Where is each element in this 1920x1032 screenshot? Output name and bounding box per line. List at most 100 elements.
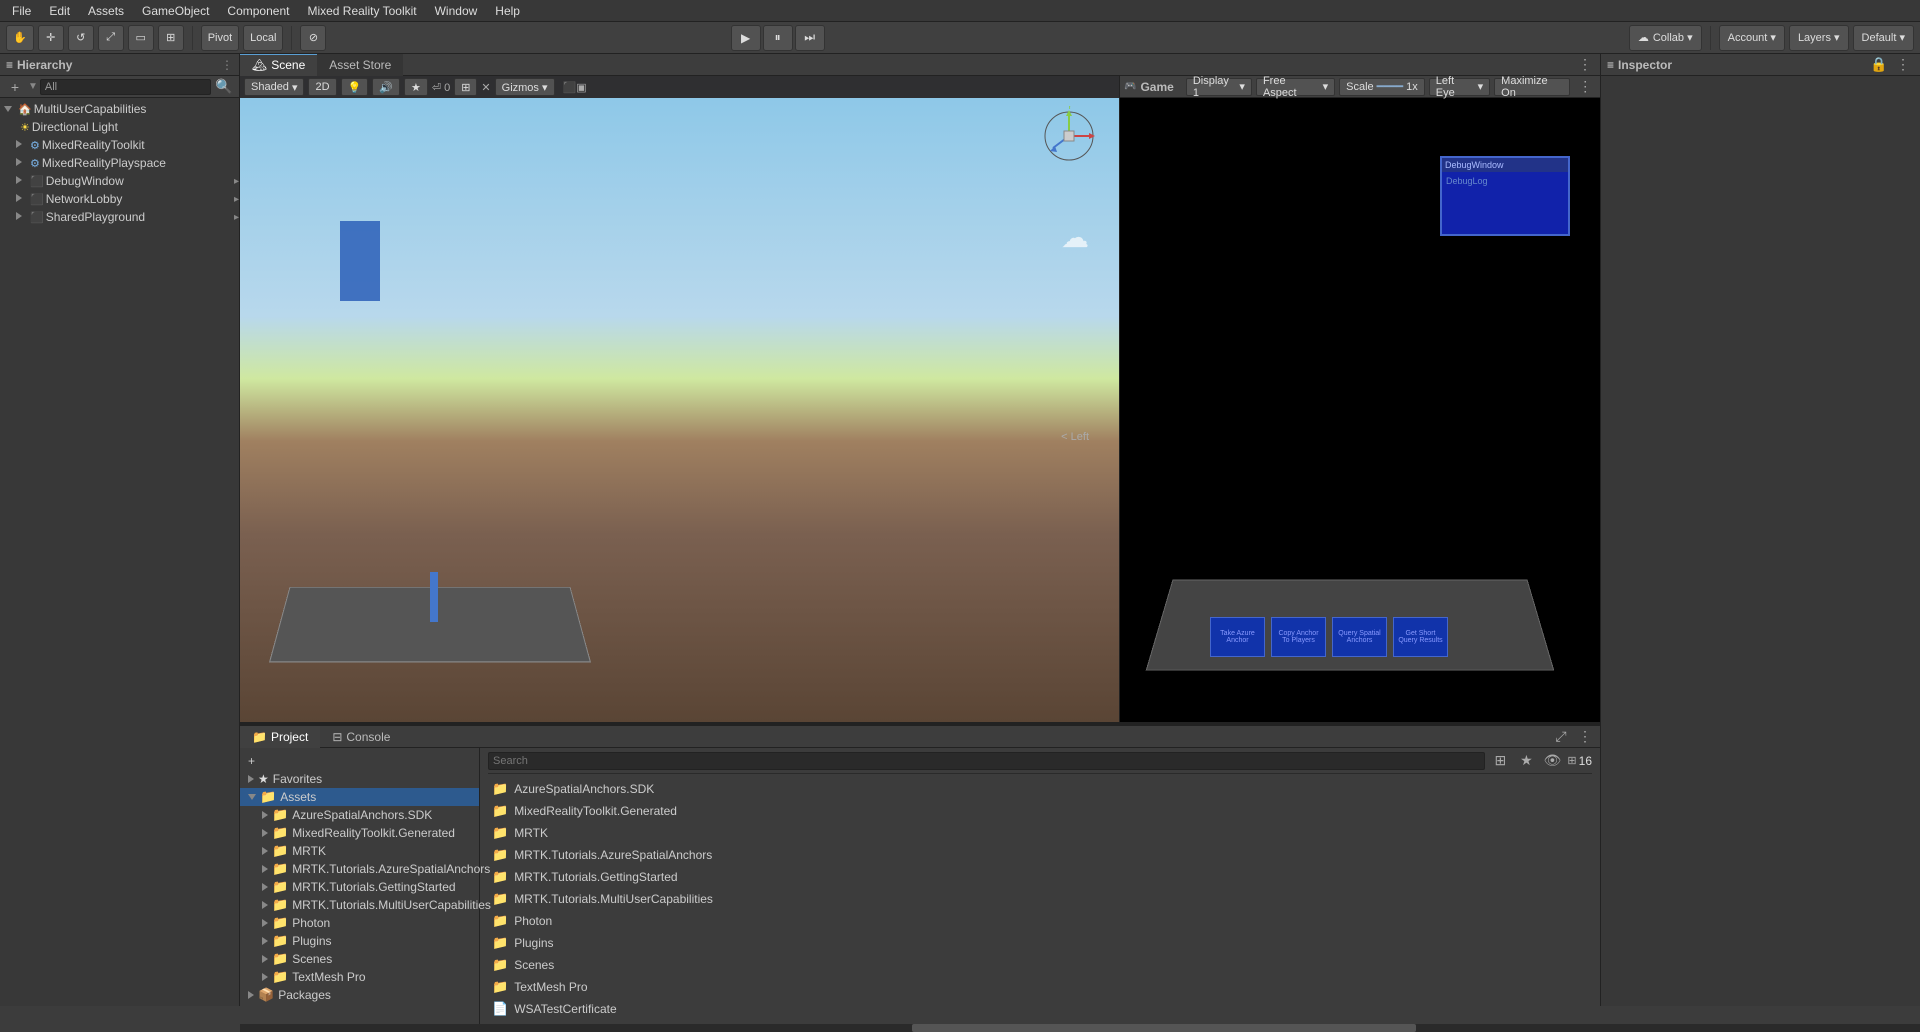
mrtk-multi-item[interactable]: 📁 MRTK.Tutorials.MultiUserCapabilities (240, 896, 479, 914)
scenes-item[interactable]: 📁 Scenes (240, 950, 479, 968)
tree-item-mrtk[interactable]: ⚙ MixedRealityToolkit (0, 136, 239, 154)
textmesh-item[interactable]: 📁 TextMesh Pro (240, 968, 479, 986)
bottom-left-tree: + ★ Favorites 📁 Assets (240, 748, 480, 1026)
asset-scenes[interactable]: 📁 Scenes (488, 956, 1592, 974)
game-card-1: Take Azure Anchor (1210, 617, 1265, 657)
game-view[interactable]: 🎮 Game Display 1▾ Free Aspect▾ Scale (1120, 76, 1600, 722)
bottom-expand-btn[interactable]: ⤢ (1550, 726, 1572, 748)
audio-btn[interactable]: 🔊 (372, 78, 400, 96)
maximize-btn[interactable]: Maximize On (1494, 78, 1570, 96)
tree-item-networklobby[interactable]: ⬛ NetworkLobby ▸ (0, 190, 239, 208)
step-button[interactable]: ⏭ (795, 25, 825, 51)
azurespatial-item[interactable]: 📁 AzureSpatialAnchors.SDK (240, 806, 479, 824)
tree-item-sharedplayground[interactable]: ⬛ SharedPlayground ▸ (0, 208, 239, 226)
menu-assets[interactable]: Assets (80, 0, 132, 22)
asset-mrtk-getting[interactable]: 📁 MRTK.Tutorials.GettingStarted (488, 868, 1592, 886)
menu-help[interactable]: Help (487, 0, 528, 22)
scene-view[interactable]: Shaded▾ 2D 💡 🔊 ★ ⏎ 0 ⊞ ✕ Gizmos ▾ ⬛▣ (240, 76, 1120, 722)
pause-button[interactable]: ⏸ (763, 25, 793, 51)
asset-bookmark-btn[interactable]: ★ (1515, 750, 1537, 772)
menu-gameobject[interactable]: GameObject (134, 0, 217, 22)
rotate-tool-btn[interactable]: ↺ (68, 25, 94, 51)
pivot-btn[interactable]: Pivot (201, 25, 239, 51)
hierarchy-search-input[interactable] (40, 79, 211, 95)
menu-edit[interactable]: Edit (41, 0, 78, 22)
asset-eye-btn[interactable]: 👁 (1541, 750, 1563, 772)
fx-btn[interactable]: ★ (404, 78, 428, 96)
asset-textmesh[interactable]: 📁 TextMesh Pro (488, 978, 1592, 996)
mrtk-az-item[interactable]: 📁 MRTK.Tutorials.AzureSpatialAnchors (240, 860, 479, 878)
play-button[interactable]: ▶ (731, 25, 761, 51)
tree-item-playspace[interactable]: ⚙ MixedRealityPlayspace (0, 154, 239, 172)
scene-game-tabs: 🏔 Scene Asset Store ⋮ (240, 54, 1600, 76)
asset-wsa-cert[interactable]: 📄 WSATestCertificate (488, 1000, 1592, 1018)
layers-dropdown[interactable]: Layers ▾ (1789, 25, 1849, 51)
favorites-item[interactable]: ★ Favorites (240, 770, 479, 788)
shading-dropdown[interactable]: Shaded▾ (244, 78, 304, 96)
bottom-panel-menu[interactable]: ⋮ (1574, 726, 1596, 748)
hand-tool-btn[interactable]: ✋ (6, 25, 34, 51)
menu-file[interactable]: File (4, 0, 39, 22)
assets-root-item[interactable]: 📁 Assets (240, 788, 479, 806)
gizmos-dropdown[interactable]: Gizmos ▾ (495, 78, 555, 96)
scene-extra-btn[interactable]: ⊞ (454, 78, 477, 96)
extra-tool-1[interactable]: ⊘ (300, 25, 326, 51)
hierarchy-add-btn[interactable]: + (4, 76, 26, 98)
tab-project[interactable]: 📁 Project (240, 726, 320, 748)
2d-btn[interactable]: 2D (308, 78, 336, 96)
move-tool-btn[interactable]: ✛ (38, 25, 64, 51)
scale-control[interactable]: Scale ━━━━ 1x (1339, 78, 1425, 96)
bottom-add-btn[interactable]: + (240, 752, 479, 770)
scene-gizmo[interactable]: Y (1039, 106, 1099, 166)
tree-item-root[interactable]: 🏠 MultiUserCapabilities (0, 100, 239, 118)
local-btn[interactable]: Local (243, 25, 283, 51)
mrtk-generated-item[interactable]: 📁 MixedRealityToolkit.Generated (240, 824, 479, 842)
aspect-dropdown[interactable]: Free Aspect▾ (1256, 78, 1335, 96)
mrtk-item[interactable]: 📁 MRTK (240, 842, 479, 860)
asset-mrtk-multi[interactable]: 📁 MRTK.Tutorials.MultiUserCapabilities (488, 890, 1592, 908)
bottom-scrollbar[interactable] (240, 1024, 1920, 1032)
photon-item[interactable]: 📁 Photon (240, 914, 479, 932)
asset-plugins[interactable]: 📁 Plugins (488, 934, 1592, 952)
game-panel-menu[interactable]: ⋮ (1574, 76, 1596, 98)
tab-asset-store[interactable]: Asset Store (317, 54, 403, 76)
bottom-scrollbar-thumb[interactable] (912, 1024, 1416, 1032)
plugins-arrow (262, 937, 268, 945)
menu-component[interactable]: Component (219, 0, 297, 22)
hierarchy-search-btn[interactable]: 🔍 (213, 76, 235, 98)
asset-az-sdk[interactable]: 📁 AzureSpatialAnchors.SDK (488, 780, 1592, 798)
asset-mrtk-generated[interactable]: 📁 MixedRealityToolkit.Generated (488, 802, 1592, 820)
account-dropdown[interactable]: Account ▾ (1719, 25, 1785, 51)
collab-button[interactable]: ☁ Collab ▾ (1629, 25, 1702, 51)
inspector-lock-btn[interactable]: 🔒 (1868, 54, 1890, 76)
asset-search-input[interactable] (488, 752, 1485, 770)
mrtk-getting-item[interactable]: 📁 MRTK.Tutorials.GettingStarted (240, 878, 479, 896)
inspector-menu-btn[interactable]: ⋮ (1892, 54, 1914, 76)
tab-scene[interactable]: 🏔 Scene (240, 54, 317, 76)
plugins-item[interactable]: 📁 Plugins (240, 932, 479, 950)
menu-window[interactable]: Window (427, 0, 486, 22)
tree-item-directional-light[interactable]: ☀ Directional Light (0, 118, 239, 136)
scene-panel-menu[interactable]: ⋮ (1574, 54, 1596, 76)
scenes-label: Scenes (292, 952, 332, 966)
packages-item[interactable]: 📦 Packages (240, 986, 479, 1004)
rect-tool-btn[interactable]: ▭ (128, 25, 154, 51)
layout-dropdown[interactable]: Default ▾ (1853, 25, 1914, 51)
wsa-label: WSATestCertificate (514, 1002, 616, 1016)
eye-dropdown[interactable]: Left Eye▾ (1429, 78, 1490, 96)
tab-console[interactable]: ⊟ Console (320, 726, 402, 748)
transform-tool-btn[interactable]: ⊞ (158, 25, 184, 51)
display-dropdown[interactable]: Display 1▾ (1186, 78, 1252, 96)
packages-label: Packages (278, 988, 331, 1002)
asset-photon[interactable]: 📁 Photon (488, 912, 1592, 930)
tree-item-debugwindow[interactable]: ⬛ DebugWindow ▸ (0, 172, 239, 190)
lighting-btn[interactable]: 💡 (341, 78, 369, 96)
asset-mrtk-az[interactable]: 📁 MRTK.Tutorials.AzureSpatialAnchors (488, 846, 1592, 864)
asset-filter-btn[interactable]: ⊞ (1489, 750, 1511, 772)
asset-mrtk[interactable]: 📁 MRTK (488, 824, 1592, 842)
toolbar-sep-1 (192, 26, 193, 50)
az-folder-icon: 📁 (272, 807, 288, 823)
scale-tool-btn[interactable]: ⤢ (98, 25, 124, 51)
hierarchy-menu-btn[interactable]: ⋮ (221, 58, 233, 72)
menu-mrtk[interactable]: Mixed Reality Toolkit (299, 0, 424, 22)
